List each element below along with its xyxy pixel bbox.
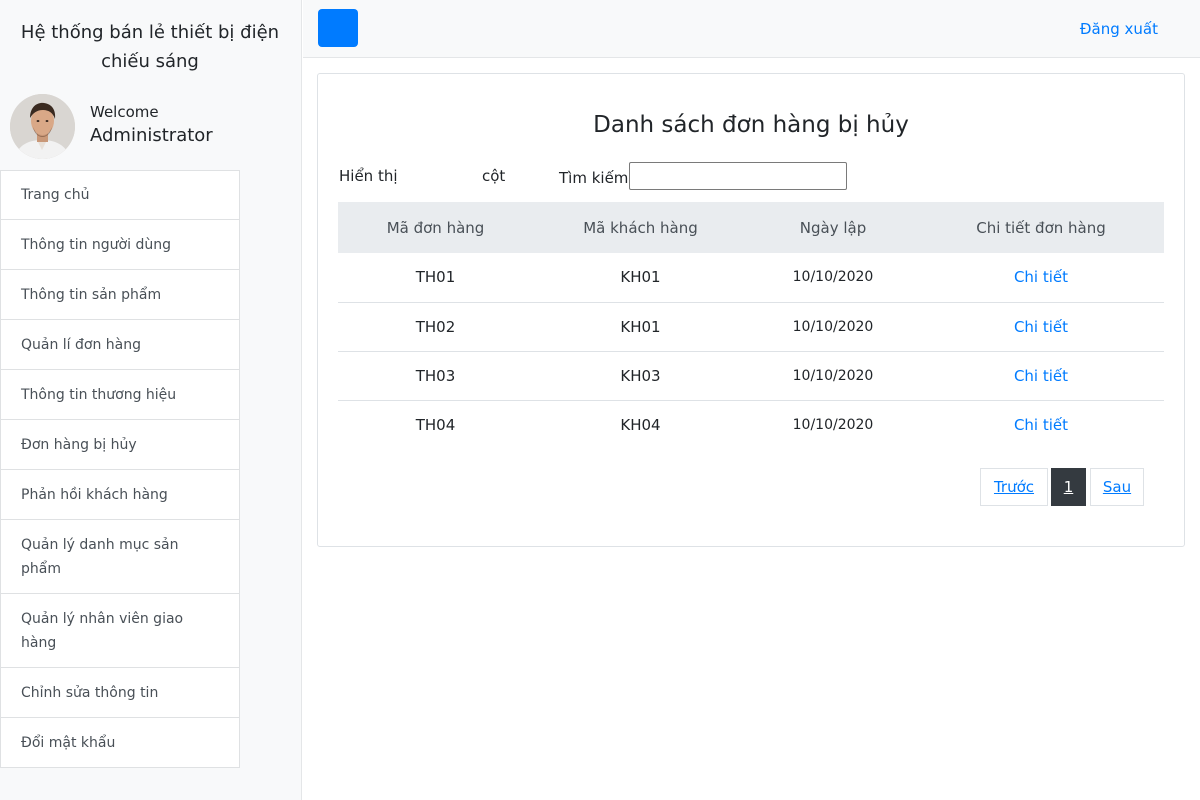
header-order-detail: Chi tiết đơn hàng	[976, 218, 1106, 237]
pagination: Trước 1 Sau	[980, 468, 1144, 506]
sidebar-item-label: Quản lí đơn hàng	[21, 336, 142, 353]
sidebar-item-label: Đơn hàng bị hủy	[21, 436, 137, 453]
avatar-image	[10, 94, 75, 159]
header-customer-id: Mã khách hàng	[583, 218, 698, 237]
sidebar-item-change-password[interactable]: Đổi mật khẩu	[0, 718, 240, 768]
user-panel: Welcome Administrator	[10, 94, 290, 160]
date-cell: 10/10/2020	[792, 318, 874, 335]
header-date: Ngày lập	[799, 218, 867, 237]
avatar	[10, 94, 75, 159]
sidebar-item-user-info[interactable]: Thông tin người dùng	[0, 220, 240, 270]
sidebar-item-label: Quản lý danh mục sản phẩm	[21, 536, 179, 577]
customer-id-cell: KH03	[620, 366, 661, 385]
order-id-cell: TH04	[415, 415, 456, 434]
sidebar-item-label: Thông tin người dùng	[21, 236, 171, 253]
sidebar-item-shippers[interactable]: Quản lý nhân viên giao hàng	[0, 594, 240, 668]
pagination-prev-button[interactable]: Trước	[980, 468, 1048, 506]
search-label: Tìm kiếm	[559, 169, 629, 187]
user-name: Administrator	[90, 125, 213, 146]
detail-cell: Chi tiết	[918, 253, 1164, 302]
sidebar-item-orders[interactable]: Quản lí đơn hàng	[0, 320, 240, 370]
page-title: Danh sách đơn hàng bị hủy	[593, 112, 909, 138]
sidebar-item-home[interactable]: Trang chủ	[0, 170, 240, 220]
sidebar-item-label: Quản lý nhân viên giao hàng	[21, 610, 184, 651]
sidebar-item-label: Thông tin thương hiệu	[21, 386, 177, 403]
table-header-row: Mã đơn hàng Mã khách hàng Ngày lập Chi t…	[338, 202, 1164, 253]
detail-link[interactable]: Chi tiết	[1014, 416, 1068, 434]
sidebar-item-label: Phản hồi khách hàng	[21, 486, 168, 503]
sidebar-item-brands[interactable]: Thông tin thương hiệu	[0, 370, 240, 420]
sidebar-toggle-button[interactable]	[318, 9, 358, 47]
table-row: TH03 KH03 10/10/2020 Chi tiết	[338, 351, 1164, 400]
sidebar-item-feedback[interactable]: Phản hồi khách hàng	[0, 470, 240, 520]
table-controls: Hiển thị cột Tìm kiếm	[339, 162, 1165, 194]
customer-id-cell: KH01	[620, 268, 661, 287]
cancelled-orders-table: Mã đơn hàng Mã khách hàng Ngày lập Chi t…	[338, 202, 1164, 449]
brand-title: Hệ thống bán lẻ thiết bị điện chiếu sáng	[20, 22, 280, 72]
topbar: Đăng xuất	[303, 0, 1200, 58]
search-input[interactable]	[629, 162, 847, 190]
sidebar-item-label: Thông tin sản phẩm	[21, 286, 162, 303]
sidebar-item-categories[interactable]: Quản lý danh mục sản phẩm	[0, 520, 240, 594]
order-id-cell: TH01	[415, 268, 456, 287]
detail-link[interactable]: Chi tiết	[1014, 367, 1068, 385]
main-card: Danh sách đơn hàng bị hủy Hiển thị cột T…	[317, 73, 1185, 547]
date-cell: 10/10/2020	[792, 269, 874, 286]
table-row: TH02 KH01 10/10/2020 Chi tiết	[338, 302, 1164, 351]
header-order-id: Mã đơn hàng	[386, 218, 485, 237]
sidebar-item-product-info[interactable]: Thông tin sản phẩm	[0, 270, 240, 320]
detail-cell: Chi tiết	[918, 351, 1164, 400]
sidebar-item-label: Trang chủ	[21, 187, 90, 203]
customer-id-cell: KH01	[620, 317, 661, 336]
order-id-cell: TH03	[415, 366, 456, 385]
table-row: TH04 KH04 10/10/2020 Chi tiết	[338, 400, 1164, 449]
order-id-cell: TH02	[415, 317, 456, 336]
show-label: Hiển thị	[339, 167, 398, 185]
sidebar-item-cancelled-orders[interactable]: Đơn hàng bị hủy	[0, 420, 240, 470]
detail-cell: Chi tiết	[918, 400, 1164, 449]
detail-link[interactable]: Chi tiết	[1014, 268, 1068, 286]
detail-link[interactable]: Chi tiết	[1014, 318, 1068, 336]
sidebar-item-label: Chỉnh sửa thông tin	[21, 684, 159, 701]
welcome-text: Welcome	[90, 103, 159, 121]
sidebar-item-edit-profile[interactable]: Chỉnh sửa thông tin	[0, 668, 240, 718]
customer-id-cell: KH04	[620, 415, 661, 434]
pagination-page-current[interactable]: 1	[1051, 468, 1086, 506]
detail-cell: Chi tiết	[918, 302, 1164, 351]
sidebar-item-label: Đổi mật khẩu	[21, 734, 116, 751]
logout-link[interactable]: Đăng xuất	[1080, 20, 1158, 38]
column-label: cột	[482, 167, 506, 185]
date-cell: 10/10/2020	[792, 367, 874, 384]
sidebar: Hệ thống bán lẻ thiết bị điện chiếu sáng…	[0, 0, 302, 800]
date-cell: 10/10/2020	[792, 416, 874, 433]
pagination-next-button[interactable]: Sau	[1090, 468, 1144, 506]
table-row: TH01 KH01 10/10/2020 Chi tiết	[338, 253, 1164, 302]
sidebar-menu: Trang chủ Thông tin người dùng Thông tin…	[0, 170, 240, 768]
